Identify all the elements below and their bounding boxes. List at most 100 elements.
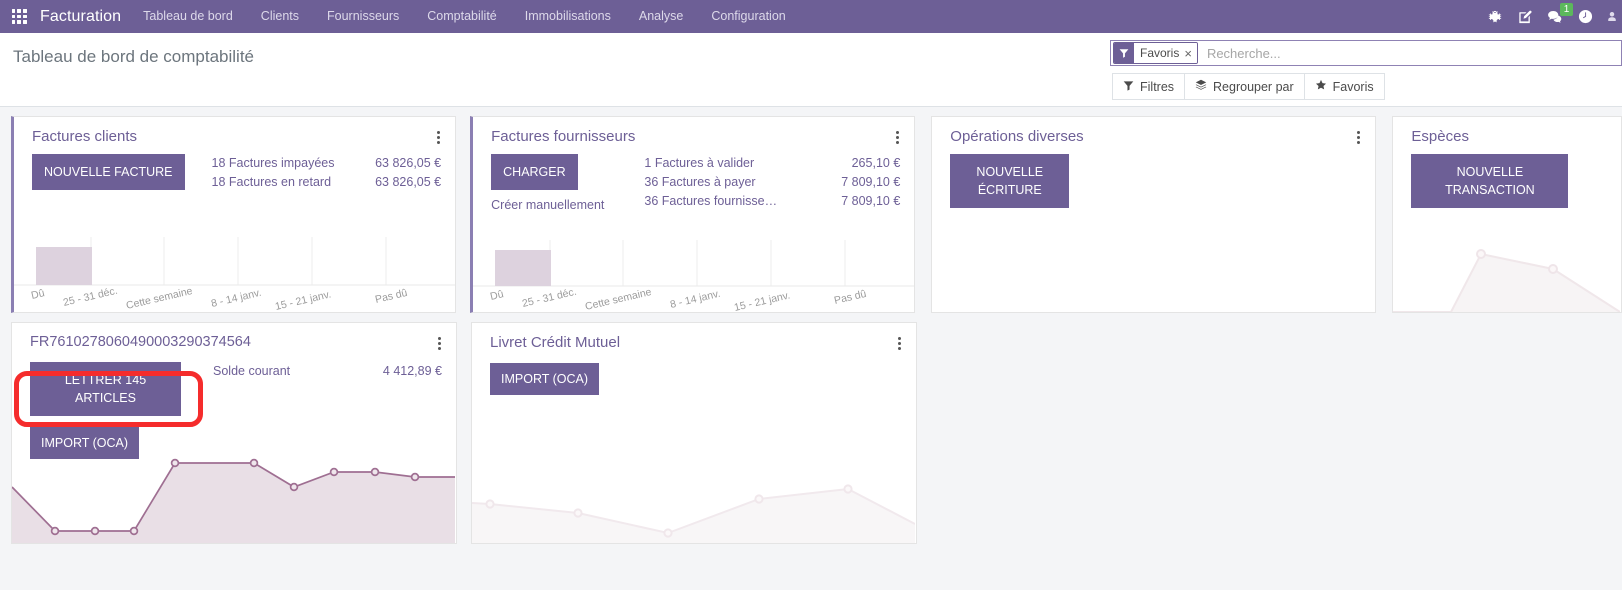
app-brand-title[interactable]: Facturation [38, 8, 129, 26]
card-misc-operations[interactable]: Opérations diverses NOUVELLE ÉCRITURE [931, 116, 1377, 313]
stat-label: 36 Factures à payer [644, 175, 756, 189]
search-controls: Filtres Regrouper par Favoris [1112, 73, 1622, 100]
card-menu-button[interactable] [433, 335, 446, 352]
search-area: Favoris × Filtres Regrouper par [1110, 40, 1622, 100]
nav-item-immobilisations[interactable]: Immobilisations [511, 0, 625, 33]
card-title: Opérations diverses [950, 128, 1084, 145]
card-bank-account[interactable]: FR7610278060490003290374564 LETTRER 145 … [11, 322, 457, 544]
svg-text:25 - 31 déc.: 25 - 31 déc. [521, 286, 578, 310]
filters-label: Filtres [1140, 79, 1175, 94]
bug-icon[interactable] [1480, 0, 1510, 33]
star-icon [1315, 79, 1327, 94]
import-oca-button[interactable]: IMPORT (OCA) [490, 363, 600, 396]
svg-text:Dû: Dû [489, 288, 505, 303]
stat-value: 265,10 € [851, 156, 901, 170]
card-menu-button[interactable] [432, 129, 445, 146]
svg-text:8 - 14 janv.: 8 - 14 janv. [210, 287, 263, 310]
stat-label: 18 Factures en retard [211, 175, 332, 189]
new-invoice-button[interactable]: NOUVELLE FACTURE [32, 154, 185, 191]
card-vendor-bills[interactable]: Factures fournisseurs CHARGER Créer manu… [470, 116, 916, 313]
stat-row[interactable]: 18 Factures impayées 63 826,05 € [212, 154, 442, 173]
card-title: FR7610278060490003290374564 [30, 334, 251, 350]
nav-item-configuration[interactable]: Configuration [697, 0, 799, 33]
search-facet-favoris[interactable]: Favoris × [1113, 42, 1198, 64]
compose-icon[interactable] [1510, 0, 1540, 33]
stat-label: 18 Factures impayées [211, 156, 335, 170]
search-facet-label: Favoris × [1134, 43, 1197, 63]
card-title: Espèces [1411, 128, 1469, 145]
svg-text:15 - 21 janv.: 15 - 21 janv. [733, 289, 791, 312]
reconcile-items-label: LETTRER 145 ARTICLES [64, 373, 147, 406]
card-menu-button[interactable] [893, 335, 906, 352]
nav-item-comptabilite[interactable]: Comptabilité [413, 0, 510, 33]
dashboard-row-1: Factures clients NOUVELLE FACTURE 18 Fac… [0, 116, 1622, 313]
stats-list: Solde courant 4 412,89 € [213, 362, 442, 459]
chart-vendor-bills: Dû 25 - 31 déc. Cette semaine 8 - 14 jan… [473, 240, 915, 312]
svg-text:8 - 14 janv.: 8 - 14 janv. [669, 288, 722, 311]
nav-item-tableau-de-bord[interactable]: Tableau de bord [129, 0, 247, 33]
apps-menu-button[interactable] [0, 0, 38, 33]
nav-item-fournisseurs[interactable]: Fournisseurs [313, 0, 413, 33]
new-entry-label: NOUVELLE ÉCRITURE [976, 165, 1044, 198]
create-manually-link[interactable]: Créer manuellement [491, 198, 604, 212]
dashboard: Factures clients NOUVELLE FACTURE 18 Fac… [0, 107, 1622, 544]
chat-icon[interactable]: 1 [1540, 0, 1573, 33]
stats-list: 18 Factures impayées 63 826,05 € 18 Fact… [212, 154, 442, 192]
svg-text:25 - 31 déc.: 25 - 31 déc. [62, 285, 119, 309]
stat-row[interactable]: 18 Factures en retard 63 826,05 € [212, 173, 442, 192]
group-by-button[interactable]: Regrouper par [1184, 73, 1305, 100]
chart-bank-account [12, 447, 456, 543]
new-transaction-button[interactable]: NOUVELLE TRANSACTION [1411, 154, 1569, 209]
reconcile-items-button[interactable]: LETTRER 145 ARTICLES [30, 362, 181, 417]
upload-bill-button[interactable]: CHARGER [491, 154, 578, 191]
favorites-label: Favoris [1332, 79, 1374, 94]
nav-item-analyse[interactable]: Analyse [625, 0, 697, 33]
nav-item-clients[interactable]: Clients [247, 0, 313, 33]
svg-text:Pas dû: Pas dû [833, 288, 868, 307]
svg-text:Cette semaine: Cette semaine [125, 285, 194, 312]
stat-row[interactable]: Solde courant 4 412,89 € [213, 362, 442, 381]
svg-text:15 - 21 janv.: 15 - 21 janv. [274, 288, 332, 312]
favorites-button[interactable]: Favoris [1303, 73, 1385, 100]
chart-cash [1393, 224, 1621, 312]
facet-text: Favoris [1140, 46, 1180, 60]
svg-text:Pas dû: Pas dû [374, 287, 409, 306]
svg-text:Cette semaine: Cette semaine [584, 286, 653, 312]
new-entry-button[interactable]: NOUVELLE ÉCRITURE [950, 154, 1070, 209]
page-title: Tableau de bord de comptabilité [13, 47, 254, 66]
stat-row[interactable]: 36 Factures fournisse… 7 809,10 € [644, 192, 900, 211]
card-customer-invoices[interactable]: Factures clients NOUVELLE FACTURE 18 Fac… [11, 116, 457, 313]
card-title: Factures clients [32, 128, 138, 145]
card-menu-button[interactable] [891, 129, 904, 146]
filters-button[interactable]: Filtres [1112, 73, 1186, 100]
new-transaction-label: NOUVELLE TRANSACTION [1445, 165, 1535, 198]
chart-livret [472, 447, 916, 543]
filter-funnel-icon [1114, 43, 1134, 63]
grid-apps-icon [11, 9, 27, 24]
filter-funnel-icon [1123, 80, 1134, 94]
close-icon[interactable]: × [1184, 47, 1192, 60]
card-title: Factures fournisseurs [491, 128, 636, 145]
search-bar[interactable]: Favoris × [1110, 40, 1622, 66]
clock-icon[interactable] [1570, 0, 1600, 33]
navbar-right-tools: 1 [1480, 0, 1622, 33]
top-navbar: Facturation Tableau de bord Clients Four… [0, 0, 1622, 33]
group-by-label: Regrouper par [1213, 79, 1294, 94]
stat-row[interactable]: 1 Factures à valider 265,10 € [644, 154, 900, 173]
card-menu-button[interactable] [1352, 129, 1365, 146]
search-input[interactable] [1197, 41, 1621, 65]
stat-row[interactable]: 36 Factures à payer 7 809,10 € [644, 173, 900, 192]
stat-value: 63 826,05 € [375, 156, 442, 170]
card-livret[interactable]: Livret Crédit Mutuel IMPORT (OCA) [471, 322, 917, 544]
user-menu[interactable] [1600, 10, 1618, 23]
stat-value: 63 826,05 € [375, 175, 442, 189]
stat-value: 7 809,10 € [841, 175, 901, 189]
stat-label: 1 Factures à valider [644, 156, 755, 170]
stat-label: 36 Factures fournisse… [644, 194, 778, 208]
control-panel: Tableau de bord de comptabilité Favoris … [0, 33, 1622, 107]
stat-value: 4 412,89 € [382, 364, 442, 378]
card-cash[interactable]: Espèces NOUVELLE TRANSACTION [1392, 116, 1622, 313]
card-title: Livret Crédit Mutuel [490, 334, 621, 351]
dashboard-row-2: FR7610278060490003290374564 LETTRER 145 … [0, 322, 1622, 544]
stat-label: Solde courant [213, 364, 291, 378]
